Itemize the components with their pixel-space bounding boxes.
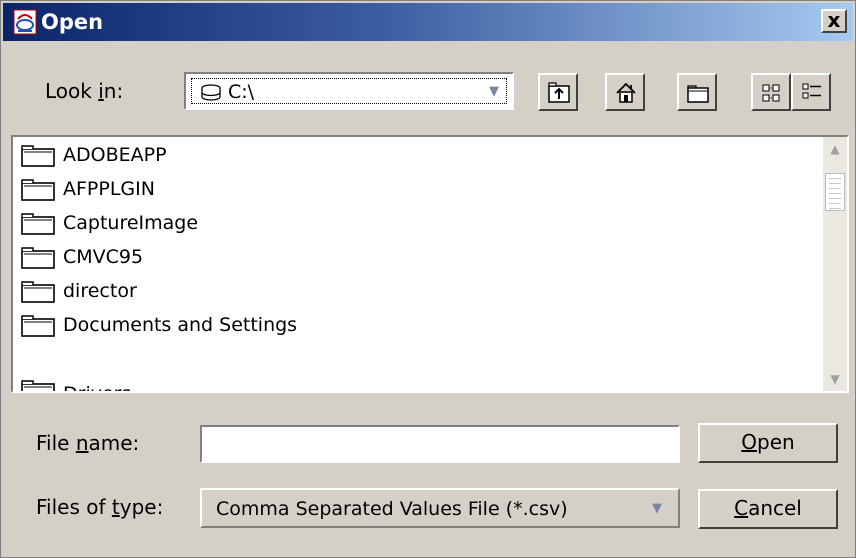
file-list-item[interactable]: Drivers [21,376,621,391]
hard-drive-icon [201,84,221,101]
java-app-icon [13,9,37,35]
open-dialog: Open x Look in: C:\ ▼ ADOBEAPP AFPPLGIN … [0,0,856,558]
look-in-label: Look in: [45,79,123,103]
dialog-title: Open [41,10,104,34]
list-view-button[interactable] [751,73,791,111]
folder-icon [21,315,55,337]
file-name: director [63,280,137,302]
up-one-level-button[interactable] [538,73,578,111]
folder-icon [21,145,55,167]
folder-icon [21,281,55,303]
file-name: AFPPLGIN [63,178,155,200]
file-type-value: Comma Separated Values File (*.csv) [216,498,568,520]
file-list[interactable]: ADOBEAPP AFPPLGIN CaptureImage CMVC95 di… [11,135,849,393]
file-name-label-suffix: ame: [88,431,140,455]
look-in-label-prefix: Look [45,79,99,103]
folder-icon [21,213,55,235]
look-in-label-suffix: n: [103,79,124,103]
file-list-item[interactable]: director [21,275,621,309]
file-type-label-prefix: Files of [36,495,112,519]
cancel-button[interactable]: Cancel [698,489,838,529]
file-name: ADOBEAPP [63,144,167,166]
scroll-thumb[interactable] [825,173,845,211]
file-name: Documents and Settings [63,314,298,336]
close-icon: x [827,8,841,32]
file-name-label: File name: [36,431,139,455]
up-folder-icon [548,82,570,103]
file-type-label: Files of type: [36,495,163,519]
file-list-area: ADOBEAPP AFPPLGIN CaptureImage CMVC95 di… [13,137,825,391]
file-name: Drivers [63,382,131,391]
open-button-label: pen [757,430,795,454]
file-list-item[interactable]: CaptureImage [21,207,621,241]
file-name: CMVC95 [63,246,144,268]
folder-icon [21,247,55,269]
scroll-up-arrow-icon[interactable]: ▲ [823,137,847,161]
new-folder-icon [687,85,709,103]
file-name-input[interactable] [200,425,680,463]
list-view-icon [762,84,780,102]
cancel-button-accel: C [734,496,749,520]
cancel-button-label: ancel [748,496,802,520]
file-type-label-accel: t [111,495,120,519]
home-icon [616,82,636,103]
file-list-item[interactable]: ADOBEAPP [21,139,621,173]
look-in-combobox[interactable]: C:\ ▼ [184,72,514,110]
file-list-item[interactable]: Documents and Settings [21,309,621,343]
open-button-accel: O [741,430,758,454]
close-button[interactable]: x [821,9,847,33]
details-view-button[interactable] [791,73,831,111]
scroll-down-arrow-icon[interactable]: ▼ [823,367,847,391]
file-list-item[interactable]: AFPPLGIN [21,173,621,207]
title-bar[interactable]: Open x [3,3,853,41]
file-name-label-prefix: File [36,431,76,455]
home-button[interactable] [605,73,645,111]
chevron-down-icon: ▼ [652,501,662,516]
file-name-label-accel: n [75,431,89,455]
open-button[interactable]: Open [698,423,838,463]
file-type-combobox[interactable]: Comma Separated Values File (*.csv) ▼ [200,488,680,528]
chevron-down-icon: ▼ [489,84,499,99]
new-folder-button[interactable] [677,73,717,111]
file-name: CaptureImage [63,212,199,234]
file-list-item[interactable]: CMVC95 [21,241,621,275]
look-in-value: C:\ [228,81,255,103]
folder-icon [21,179,55,201]
folder-icon [21,380,55,391]
file-type-label-suffix: ype: [119,495,164,519]
vertical-scrollbar[interactable]: ▲ ▼ [823,137,847,391]
look-in-focus-rect: C:\ ▼ [191,78,507,104]
details-view-icon [802,83,821,99]
